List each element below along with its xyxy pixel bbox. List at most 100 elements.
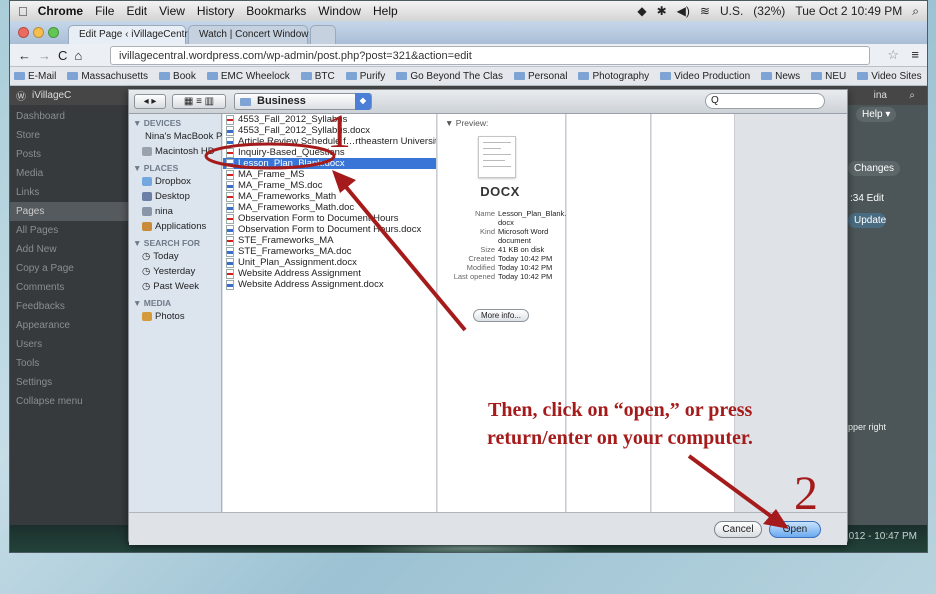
bookmark-item[interactable]: Video Sites <box>857 71 922 82</box>
file-row[interactable]: MA_Frame_MS.doc <box>223 180 436 191</box>
tab-concert-window[interactable]: Watch | Concert Window × <box>188 25 317 44</box>
file-row[interactable]: Lesson_Plan_Blank.docx <box>223 158 436 169</box>
input-source[interactable]: U.S. <box>720 4 743 19</box>
menu-file[interactable]: File <box>95 4 114 18</box>
tab-edit-page[interactable]: Edit Page ‹ iVillageCentral — × <box>68 25 217 44</box>
file-row[interactable]: STE_Frameworks_MA.doc <box>223 246 436 257</box>
cancel-button[interactable]: Cancel <box>714 521 762 538</box>
reload-icon[interactable]: C <box>58 48 67 63</box>
clock[interactable]: Tue Oct 2 10:49 PM <box>795 4 902 19</box>
wp-changes-button[interactable]: Changes <box>848 161 901 176</box>
zoom-window-icon[interactable] <box>48 27 59 38</box>
wp-search-icon[interactable]: ⌕ <box>909 90 915 101</box>
menu-bookmarks[interactable]: Bookmarks <box>246 4 306 18</box>
sidebar-item-dropbox[interactable]: Dropbox <box>129 174 221 189</box>
wp-menu-item[interactable]: All Pages <box>10 221 130 240</box>
dropbox-status-icon[interactable]: ◆ <box>637 4 646 19</box>
file-row[interactable]: STE_Frameworks_MA <box>223 235 436 246</box>
file-row[interactable]: Observation Form to Document Hours.docx <box>223 224 436 235</box>
bookmark-item[interactable]: News <box>761 71 800 82</box>
more-info-button[interactable]: More info... <box>473 309 529 322</box>
open-file-dialog: ◂ ▸ ▦ ≡ ▥ Business ◆ Q ▼ DEVICES Nina's … <box>128 89 848 545</box>
sidebar-item-photos[interactable]: Photos <box>129 309 221 324</box>
file-row[interactable]: Website Address Assignment.docx <box>223 279 436 290</box>
open-button[interactable]: Open <box>769 521 821 538</box>
bookmark-item[interactable]: Video Production <box>660 71 750 82</box>
wifi-icon[interactable]: ≋ <box>700 4 710 19</box>
wp-menu-item[interactable]: Appearance <box>10 316 130 335</box>
wp-menu-item[interactable]: Links <box>10 183 130 202</box>
bookmark-item[interactable]: BTC <box>300 71 335 82</box>
wp-menu-item[interactable]: Feedbacks <box>10 297 130 316</box>
menu-edit[interactable]: Edit <box>126 4 147 18</box>
wordpress-logo-icon[interactable]: Ⓦ <box>16 88 26 103</box>
metadata-value: Lesson_Plan_Blank. <box>498 209 567 218</box>
sidebar-item-past-week[interactable]: ◷ Past Week <box>129 279 221 294</box>
file-row[interactable]: Observation Form to Document Hours <box>223 213 436 224</box>
bookmark-item[interactable]: EMC Wheelock <box>206 71 290 82</box>
wp-menu-item[interactable]: Copy a Page <box>10 259 130 278</box>
home-icon[interactable]: ⌂ <box>74 48 82 63</box>
bookmark-item[interactable]: E-Mail <box>14 71 56 82</box>
folder-popup[interactable]: Business ◆ <box>234 93 372 110</box>
wp-menu-item[interactable]: Pages <box>10 202 130 221</box>
dialog-search-input[interactable]: Q <box>705 93 825 109</box>
bluetooth-icon[interactable]: ✱ <box>657 4 667 19</box>
battery-status[interactable]: (32%) <box>753 4 785 19</box>
wp-menu-item[interactable]: Tools <box>10 354 130 373</box>
view-mode-buttons[interactable]: ▦ ≡ ▥ <box>172 94 226 109</box>
wp-menu-item[interactable]: Settings <box>10 373 130 392</box>
wp-menu-item[interactable]: Collapse menu <box>10 392 130 411</box>
file-row[interactable]: Unit_Plan_Assignment.docx <box>223 257 436 268</box>
wp-update-button[interactable]: Update <box>848 213 886 228</box>
wp-help-button[interactable]: Help ▾ <box>856 107 897 122</box>
file-row[interactable]: MA_Frameworks_Math.doc <box>223 202 436 213</box>
bookmark-item[interactable]: Personal <box>513 71 567 82</box>
wp-menu-item[interactable]: Store <box>10 126 130 145</box>
sidebar-item-applications[interactable]: Applications <box>129 219 221 234</box>
minimize-window-icon[interactable] <box>33 27 44 38</box>
folder-icon <box>240 98 251 106</box>
menu-view[interactable]: View <box>159 4 185 18</box>
bookmark-item[interactable]: Photography <box>578 71 649 82</box>
pdf-file-icon <box>226 235 234 246</box>
wp-menu-item[interactable]: Media <box>10 164 130 183</box>
address-bar[interactable]: ivillagecentral.wordpress.com/wp-admin/p… <box>110 46 870 65</box>
sidebar-item-nina[interactable]: nina <box>129 204 221 219</box>
bookmark-item[interactable]: Book <box>159 71 196 82</box>
wp-menu-item[interactable]: Add New <box>10 240 130 259</box>
menu-window[interactable]: Window <box>318 4 361 18</box>
new-tab-button[interactable] <box>310 25 336 44</box>
wp-user-name[interactable]: ina <box>874 90 887 101</box>
bookmark-star-icon[interactable]: ☆ <box>887 47 899 63</box>
bookmark-item[interactable]: Purify <box>345 71 385 82</box>
file-row[interactable]: Website Address Assignment <box>223 268 436 279</box>
wp-publish-time[interactable]: :34 Edit <box>850 193 884 204</box>
close-window-icon[interactable] <box>18 27 29 38</box>
forward-icon[interactable]: → <box>38 48 51 63</box>
bookmark-item[interactable]: NEU <box>811 71 846 82</box>
volume-icon[interactable]: ◀) <box>677 4 690 19</box>
bookmark-item[interactable]: Massachusetts <box>67 71 148 82</box>
menu-chrome[interactable]: Chrome <box>38 4 83 18</box>
wp-menu-item[interactable]: Users <box>10 335 130 354</box>
sidebar-item-macintosh-hd[interactable]: Macintosh HD <box>129 144 221 159</box>
sidebar-item-yesterday[interactable]: ◷ Yesterday <box>129 264 221 279</box>
file-row[interactable]: MA_Frame_MS <box>223 169 436 180</box>
apple-icon[interactable]:  <box>18 4 28 19</box>
spotlight-icon[interactable]: ⌕ <box>912 4 919 19</box>
sidebar-item-today[interactable]: ◷ Today <box>129 249 221 264</box>
bookmark-item[interactable]: Go Beyond The Clas <box>396 71 503 82</box>
wp-menu-item[interactable]: Dashboard <box>10 107 130 126</box>
wp-menu-item[interactable]: Posts <box>10 145 130 164</box>
wp-site-name[interactable]: iVillageC <box>32 90 71 101</box>
sidebar-item-macbook[interactable]: Nina's MacBook Pro <box>129 129 231 144</box>
back-forward-buttons[interactable]: ◂ ▸ <box>134 94 166 109</box>
menu-help[interactable]: Help <box>373 4 398 18</box>
back-icon[interactable]: ← <box>18 48 31 63</box>
sidebar-item-desktop[interactable]: Desktop <box>129 189 221 204</box>
wp-menu-item[interactable]: Comments <box>10 278 130 297</box>
chrome-menu-icon[interactable]: ≡ <box>911 47 919 62</box>
menu-history[interactable]: History <box>197 4 234 18</box>
file-row[interactable]: MA_Frameworks_Math <box>223 191 436 202</box>
